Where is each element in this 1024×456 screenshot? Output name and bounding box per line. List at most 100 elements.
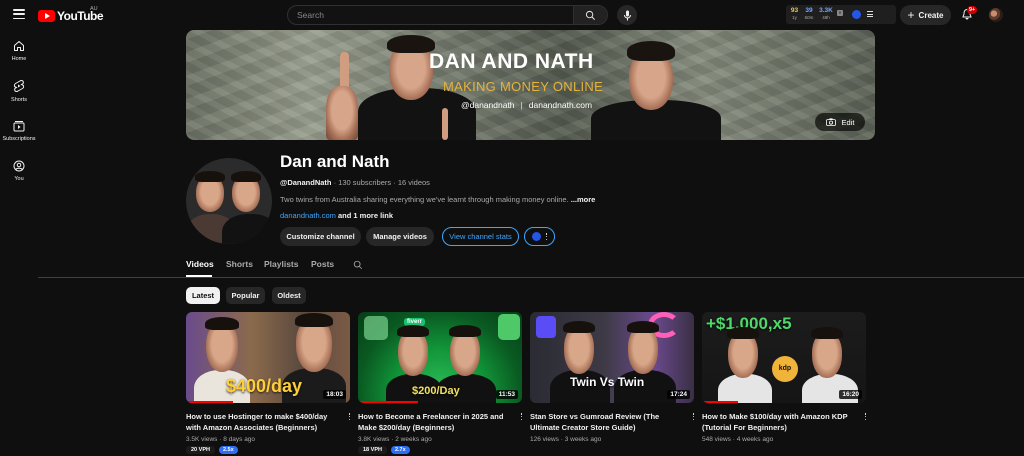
stan-store-logo — [536, 316, 556, 338]
channel-banner: DAN AND NATH MAKING MONEY ONLINE @danand… — [186, 30, 875, 140]
channel-website-link[interactable]: danandnath.com — [280, 211, 336, 220]
video-title[interactable]: Stan Store vs Gumroad Review (The Ultima… — [530, 411, 680, 433]
banner-tagline: MAKING MONEY ONLINE — [443, 79, 604, 94]
search-input[interactable] — [288, 6, 574, 24]
watch-progress-bar — [358, 401, 418, 403]
multiplier-badge: 2.7x — [390, 446, 410, 454]
customize-channel-button[interactable]: Customize channel — [280, 227, 361, 246]
nav-label-home: Home — [11, 56, 27, 62]
video-stats-badges: 20 VPH 2.5x — [186, 446, 238, 454]
chip-latest[interactable]: Latest — [186, 287, 220, 304]
banner-site: danandnath.com — [528, 100, 593, 110]
voice-search-button[interactable] — [617, 5, 637, 25]
channel-name: Dan and Nath — [280, 152, 390, 171]
search-button[interactable] — [573, 6, 607, 24]
extension-channel-button[interactable] — [524, 227, 555, 246]
vph-badge: 20 VPH — [186, 446, 215, 454]
hamburger-menu-icon[interactable] — [13, 9, 25, 19]
video-card[interactable]: $400/day 18:03 How to use Hostinger to m… — [186, 312, 350, 454]
video-meta: 548 views · 4 weeks ago — [702, 436, 774, 443]
search-icon — [585, 10, 595, 20]
nav-item-shorts[interactable]: Shorts — [0, 80, 38, 103]
microphone-icon — [623, 10, 631, 20]
video-menu-icon[interactable] — [864, 413, 866, 420]
video-menu-icon[interactable] — [348, 413, 350, 420]
video-duration: 11:53 — [495, 390, 518, 399]
video-card[interactable]: fiverr $200/Day 11:53 How to Become a Fr… — [358, 312, 522, 454]
video-duration: 17:24 — [667, 390, 690, 399]
video-card[interactable]: +$1,000,x5 kdp 16:20 How to Make $100/da… — [702, 312, 866, 443]
create-button[interactable]: + Create — [900, 5, 951, 25]
nav-label-shorts: Shorts — [11, 97, 27, 103]
manage-videos-button[interactable]: Manage videos — [366, 227, 434, 246]
tab-shorts[interactable]: Shorts — [226, 259, 253, 269]
kdp-badge: kdp — [772, 356, 798, 382]
search-box — [287, 5, 608, 25]
tab-posts[interactable]: Posts — [311, 259, 334, 269]
tabs-divider — [38, 277, 1024, 278]
tab-playlists[interactable]: Playlists — [264, 259, 299, 269]
video-title[interactable]: How to use Hostinger to make $400/day wi… — [186, 411, 336, 433]
youtube-play-icon — [38, 10, 55, 22]
video-title[interactable]: How to Become a Freelancer in 2025 and M… — [358, 411, 508, 433]
top-bar: YouTube AU 93 1y 39 60m 3.3K 48h ✕ + Cre… — [0, 0, 1024, 30]
nav-item-home[interactable]: Home — [0, 40, 38, 62]
camera-icon — [825, 118, 836, 126]
chip-popular[interactable]: Popular — [226, 287, 265, 304]
video-meta: 3.5K views · 8 days ago — [186, 436, 256, 443]
video-duration: 18:03 — [323, 390, 346, 399]
channel-meta: @DanandNath · 130 subscribers · 16 video… — [280, 178, 430, 187]
video-title[interactable]: How to Make $100/day with Amazon KDP (Tu… — [702, 411, 852, 433]
video-thumbnail[interactable]: fiverr $200/Day 11:53 — [358, 312, 522, 403]
account-avatar[interactable] — [989, 8, 1003, 22]
video-thumbnail[interactable]: Twin Vs Twin 17:24 — [530, 312, 694, 403]
channel-links: danandnath.com and 1 more link — [280, 211, 393, 220]
money-graphic — [498, 314, 520, 340]
create-label: Create — [918, 10, 944, 20]
shorts-icon — [13, 80, 25, 93]
vph-badge: 18 VPH — [358, 446, 387, 454]
subscriber-count: 130 subscribers — [338, 178, 392, 187]
video-thumbnail[interactable]: $400/day 18:03 — [186, 312, 350, 403]
video-meta: 126 views · 3 weeks ago — [530, 436, 602, 443]
more-links[interactable]: and 1 more link — [338, 211, 393, 220]
extension-stats-widget[interactable]: 93 1y 39 60m 3.3K 48h ✕ — [786, 5, 896, 24]
video-duration: 16:20 — [839, 390, 862, 399]
extension-menu-icon[interactable] — [867, 11, 873, 17]
watch-progress-bar — [702, 401, 738, 403]
notification-badge: 9+ — [967, 6, 978, 14]
video-card[interactable]: Twin Vs Twin 17:24 Stan Store vs Gumroad… — [530, 312, 694, 443]
video-stats-badges: 18 VPH 2.7x — [358, 446, 410, 454]
stat-48h: 3.3K 48h — [819, 7, 833, 20]
channel-description[interactable]: Two twins from Australia sharing everyth… — [280, 195, 595, 204]
description-text: Two twins from Australia sharing everyth… — [280, 195, 569, 204]
stat-1y: 93 1y — [790, 7, 799, 20]
nav-item-you[interactable]: You — [0, 160, 38, 182]
video-thumbnail[interactable]: +$1,000,x5 kdp 16:20 — [702, 312, 866, 403]
tab-videos[interactable]: Videos — [186, 259, 214, 269]
extension-logo-icon — [531, 232, 541, 241]
channel-search-icon[interactable] — [353, 260, 363, 270]
more-options-icon — [545, 233, 548, 240]
video-menu-icon[interactable] — [520, 413, 522, 420]
more-link[interactable]: ...more — [571, 195, 596, 204]
nav-label-you: You — [14, 176, 24, 182]
edit-banner-button[interactable]: Edit — [815, 113, 865, 131]
chip-oldest[interactable]: Oldest — [272, 287, 306, 304]
nav-item-subscriptions[interactable]: Subscriptions — [0, 120, 38, 142]
close-icon[interactable]: ✕ — [837, 10, 843, 16]
view-channel-stats-button[interactable]: View channel stats — [442, 227, 519, 246]
banner-handles: @danandnath | danandnath.com — [461, 100, 592, 110]
banner-separator: | — [520, 100, 523, 110]
extension-logo-icon[interactable] — [852, 10, 861, 19]
watch-progress-bar — [186, 401, 233, 403]
thumbnail-text: $400/day — [226, 376, 303, 396]
money-graphic — [364, 316, 388, 340]
video-menu-icon[interactable] — [692, 413, 694, 420]
thumbnail-text: $200/Day — [412, 385, 460, 397]
edit-label: Edit — [841, 117, 855, 127]
channel-handle: @DanandNath — [280, 178, 332, 187]
plus-icon: + — [907, 8, 915, 22]
channel-avatar[interactable] — [186, 158, 272, 244]
video-count: 16 videos — [397, 178, 430, 187]
